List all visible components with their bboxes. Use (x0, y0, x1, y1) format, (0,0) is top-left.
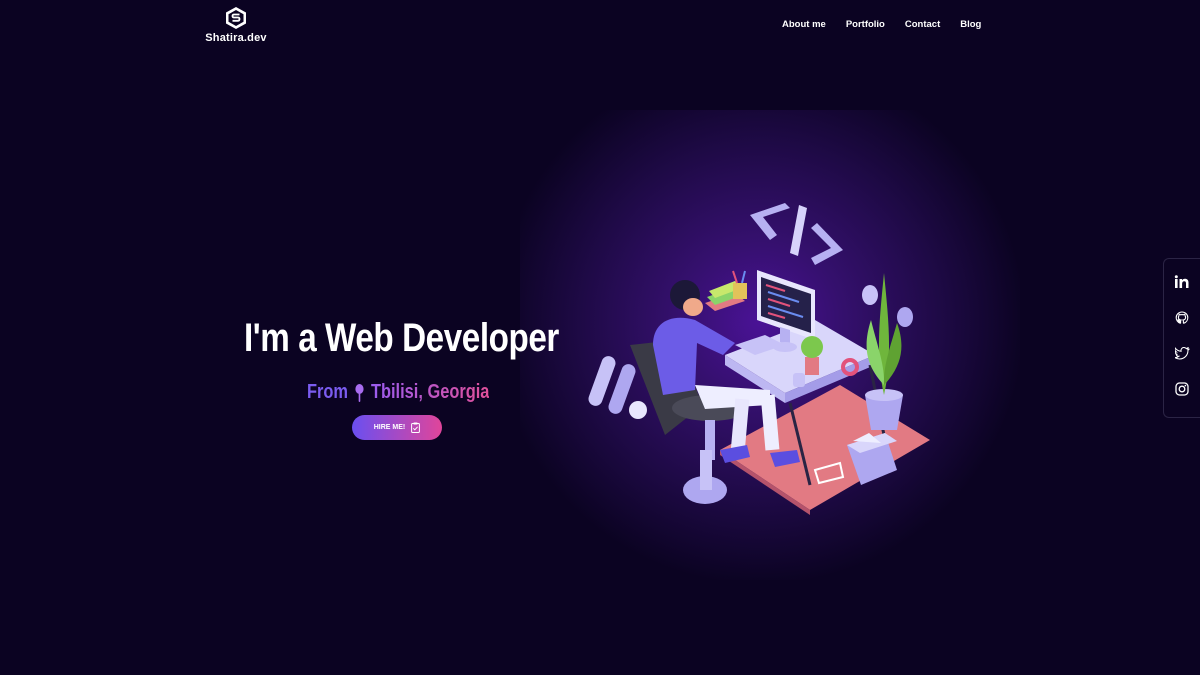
linkedin-icon[interactable] (1174, 275, 1190, 294)
nav-blog[interactable]: Blog (960, 19, 981, 30)
shield-s-icon (226, 7, 246, 29)
instagram-icon[interactable] (1175, 381, 1189, 401)
nav-contact[interactable]: Contact (905, 19, 940, 30)
github-icon[interactable] (1175, 311, 1189, 330)
nav-about-me[interactable]: About me (782, 19, 826, 30)
main-nav: About me Portfolio Contact Blog (782, 19, 981, 30)
hire-me-button[interactable]: HIRE ME! (352, 415, 442, 440)
social-sidebar (1163, 258, 1200, 418)
logo-text: Shatira.dev (205, 32, 267, 44)
clipboard-check-icon (411, 422, 421, 433)
hire-me-label: HIRE ME! (373, 424, 406, 431)
nav-portfolio[interactable]: Portfolio (846, 19, 885, 30)
developer-illustration: </> (588, 203, 930, 515)
location-text: Tbilisi, Georgia (370, 381, 490, 403)
site-logo[interactable]: Shatira.dev (200, 6, 272, 44)
hero-title: I'm a Web Developer (244, 316, 559, 360)
twitter-icon[interactable] (1172, 346, 1190, 365)
code-symbol-icon: </> (750, 203, 843, 265)
map-pin-icon (355, 383, 364, 402)
hero-location: From Tbilisi, Georgia (307, 381, 489, 404)
from-label: From (307, 381, 348, 403)
